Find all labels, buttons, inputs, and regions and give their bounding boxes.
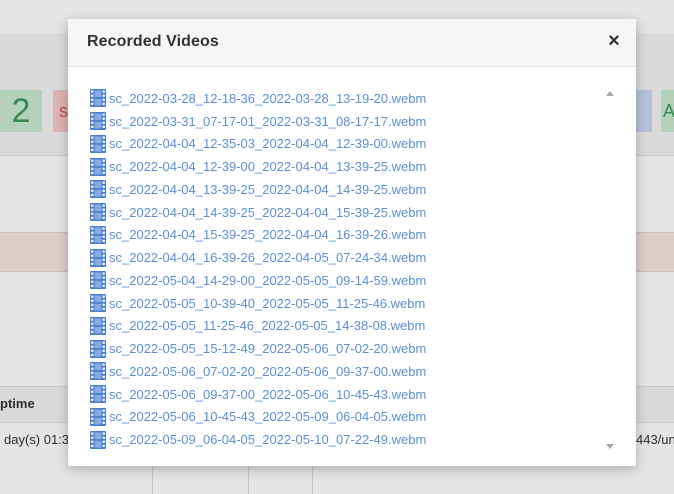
video-list-box[interactable]: sc_2022-03-28_12-18-36_2022-03-28_13-19-… — [86, 83, 618, 459]
film-icon — [90, 180, 106, 199]
film-icon — [90, 339, 106, 358]
video-file-link[interactable]: sc_2022-04-04_16-39-26_2022-04-05_07-24-… — [109, 250, 426, 265]
film-icon — [90, 316, 106, 335]
modal-header: Recorded Videos × — [68, 19, 636, 67]
video-file-item[interactable]: sc_2022-04-04_13-39-25_2022-04-04_14-39-… — [90, 178, 600, 201]
film-icon — [90, 157, 106, 176]
film-icon — [90, 112, 106, 131]
video-file-item[interactable]: sc_2022-05-06_07-02-20_2022-05-06_09-37-… — [90, 360, 600, 383]
video-file-item[interactable]: sc_2022-05-06_10-45-43_2022-05-09_06-04-… — [90, 406, 600, 429]
film-icon — [90, 294, 106, 313]
video-file-item[interactable]: sc_2022-05-04_14-29-00_2022-05-05_09-14-… — [90, 269, 600, 292]
video-file-item[interactable]: sc_2022-04-04_14-39-25_2022-04-04_15-39-… — [90, 201, 600, 224]
video-file-item[interactable]: sc_2022-04-04_15-39-25_2022-04-04_16-39-… — [90, 224, 600, 247]
video-file-item[interactable]: sc_2022-05-06_09-37-00_2022-05-06_10-45-… — [90, 383, 600, 406]
scroll-down-arrow-icon[interactable] — [606, 444, 614, 449]
video-file-item[interactable]: sc_2022-04-04_16-39-26_2022-04-05_07-24-… — [90, 246, 600, 269]
video-file-item[interactable]: sc_2022-03-28_12-18-36_2022-03-28_13-19-… — [90, 87, 600, 110]
video-file-link[interactable]: sc_2022-05-06_07-02-20_2022-05-06_09-37-… — [109, 364, 426, 379]
video-file-link[interactable]: sc_2022-04-04_15-39-25_2022-04-04_16-39-… — [109, 227, 426, 242]
film-icon — [90, 271, 106, 290]
video-file-link[interactable]: sc_2022-05-06_10-45-43_2022-05-09_06-04-… — [109, 409, 426, 424]
video-file-link[interactable]: sc_2022-04-04_12-35-03_2022-04-04_12-39-… — [109, 136, 426, 151]
video-file-item[interactable]: sc_2022-05-05_10-39-40_2022-05-05_11-25-… — [90, 292, 600, 315]
film-icon — [90, 134, 106, 153]
video-file-link[interactable]: sc_2022-03-28_12-18-36_2022-03-28_13-19-… — [109, 91, 426, 106]
video-file-list: sc_2022-03-28_12-18-36_2022-03-28_13-19-… — [90, 87, 600, 451]
video-file-link[interactable]: sc_2022-05-05_10-39-40_2022-05-05_11-25-… — [109, 296, 425, 311]
video-file-link[interactable]: sc_2022-03-31_07-17-01_2022-03-31_08-17-… — [109, 114, 426, 129]
film-icon — [90, 385, 106, 404]
film-icon — [90, 248, 106, 267]
video-file-item[interactable]: sc_2022-05-05_11-25-46_2022-05-05_14-38-… — [90, 315, 600, 338]
video-file-item[interactable]: sc_2022-04-04_12-39-00_2022-04-04_13-39-… — [90, 155, 600, 178]
scrollbar[interactable] — [602, 83, 618, 459]
film-icon — [90, 430, 106, 449]
video-file-item[interactable]: sc_2022-05-09_06-04-05_2022-05-10_07-22-… — [90, 428, 600, 451]
film-icon — [90, 203, 106, 222]
video-file-link[interactable]: sc_2022-05-09_06-04-05_2022-05-10_07-22-… — [109, 432, 426, 447]
video-file-item[interactable]: sc_2022-05-05_15-12-49_2022-05-06_07-02-… — [90, 337, 600, 360]
video-file-item[interactable]: sc_2022-03-31_07-17-01_2022-03-31_08-17-… — [90, 110, 600, 133]
video-file-link[interactable]: sc_2022-05-05_15-12-49_2022-05-06_07-02-… — [109, 341, 426, 356]
recorded-videos-modal: Recorded Videos × sc_2022-03-28_12-18-36… — [68, 19, 636, 466]
video-file-item[interactable]: sc_2022-04-04_12-35-03_2022-04-04_12-39-… — [90, 133, 600, 156]
video-file-link[interactable]: sc_2022-04-04_14-39-25_2022-04-04_15-39-… — [109, 205, 426, 220]
modal-title: Recorded Videos — [87, 33, 219, 50]
video-file-link[interactable]: sc_2022-04-04_12-39-00_2022-04-04_13-39-… — [109, 159, 426, 174]
scroll-up-arrow-icon[interactable] — [606, 91, 614, 96]
video-file-link[interactable]: sc_2022-05-06_09-37-00_2022-05-06_10-45-… — [109, 387, 426, 402]
film-icon — [90, 407, 106, 426]
film-icon — [90, 89, 106, 108]
video-file-link[interactable]: sc_2022-05-04_14-29-00_2022-05-05_09-14-… — [109, 273, 426, 288]
film-icon — [90, 362, 106, 381]
video-file-link[interactable]: sc_2022-04-04_13-39-25_2022-04-04_14-39-… — [109, 182, 426, 197]
film-icon — [90, 225, 106, 244]
close-button[interactable]: × — [604, 30, 624, 52]
video-file-link[interactable]: sc_2022-05-05_11-25-46_2022-05-05_14-38-… — [109, 318, 425, 333]
